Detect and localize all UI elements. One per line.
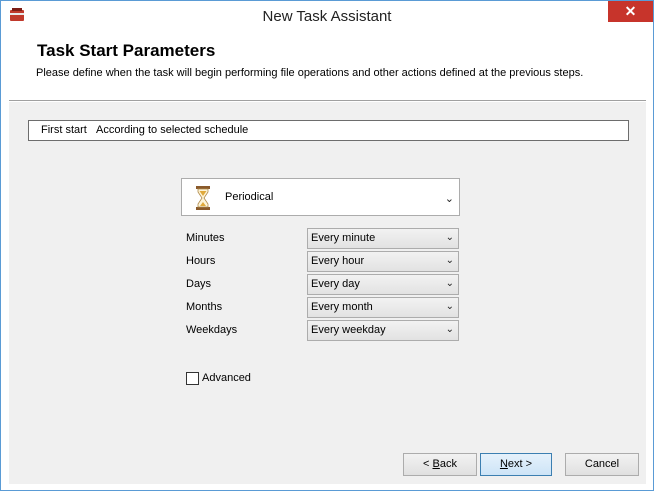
first-start-label: First start xyxy=(41,124,87,136)
weekdays-label: Weekdays xyxy=(186,324,238,336)
next-button-rest: ext > xyxy=(507,458,533,470)
minutes-label: Minutes xyxy=(186,232,225,244)
window-frame-right xyxy=(646,31,653,490)
first-start-value: According to selected schedule xyxy=(96,124,249,136)
start-mode-dropdown[interactable]: Periodical ⌄ xyxy=(181,178,460,216)
advanced-label[interactable]: Advanced xyxy=(202,372,251,384)
hourglass-icon xyxy=(196,186,210,210)
minutes-select[interactable]: Every minute ⌄ xyxy=(307,228,459,249)
wizard-footer: < Back Next > Cancel xyxy=(9,446,646,484)
window-title: New Task Assistant xyxy=(262,8,392,25)
first-start-field: First start According to selected schedu… xyxy=(28,120,629,141)
chevron-down-icon: ⌄ xyxy=(445,301,454,312)
back-button-rest: ack xyxy=(439,458,457,470)
hours-label: Hours xyxy=(186,255,216,267)
start-mode-value: Periodical xyxy=(225,191,274,203)
chevron-down-icon: ⌄ xyxy=(444,193,454,205)
back-button-prefix: < xyxy=(423,458,433,470)
weekdays-select[interactable]: Every weekday ⌄ xyxy=(307,320,459,341)
months-select-value: Every month xyxy=(311,301,373,313)
close-button[interactable]: ✕ xyxy=(608,1,653,22)
back-button-accesskey: B xyxy=(432,458,440,470)
chevron-down-icon: ⌄ xyxy=(445,255,454,266)
page-description: Please define when the task will begin p… xyxy=(36,67,584,79)
window-frame-bottom xyxy=(1,484,653,490)
minutes-select-value: Every minute xyxy=(311,232,376,244)
months-label: Months xyxy=(186,301,223,313)
months-select[interactable]: Every month ⌄ xyxy=(307,297,459,318)
title-bar: New Task Assistant ✕ xyxy=(1,1,653,31)
weekdays-select-value: Every weekday xyxy=(311,324,386,336)
back-button[interactable]: < Back xyxy=(403,453,477,476)
wizard-header: Task Start Parameters Please define when… xyxy=(9,31,646,101)
days-label: Days xyxy=(186,278,212,290)
window-frame-left xyxy=(1,31,9,490)
days-select-value: Every day xyxy=(311,278,360,290)
advanced-checkbox[interactable] xyxy=(186,372,199,385)
days-select[interactable]: Every day ⌄ xyxy=(307,274,459,295)
hours-select-value: Every hour xyxy=(311,255,365,267)
wizard-window: New Task Assistant ✕ Task Start Paramete… xyxy=(0,0,654,491)
chevron-down-icon: ⌄ xyxy=(445,324,454,335)
next-button-accesskey: N xyxy=(499,458,508,470)
wizard-body: First start According to selected schedu… xyxy=(9,102,646,446)
page-title: Task Start Parameters xyxy=(37,41,216,60)
next-button[interactable]: Next > xyxy=(480,453,552,476)
cancel-button[interactable]: Cancel xyxy=(565,453,639,476)
chevron-down-icon: ⌄ xyxy=(445,278,454,289)
chevron-down-icon: ⌄ xyxy=(445,232,454,243)
hours-select[interactable]: Every hour ⌄ xyxy=(307,251,459,272)
